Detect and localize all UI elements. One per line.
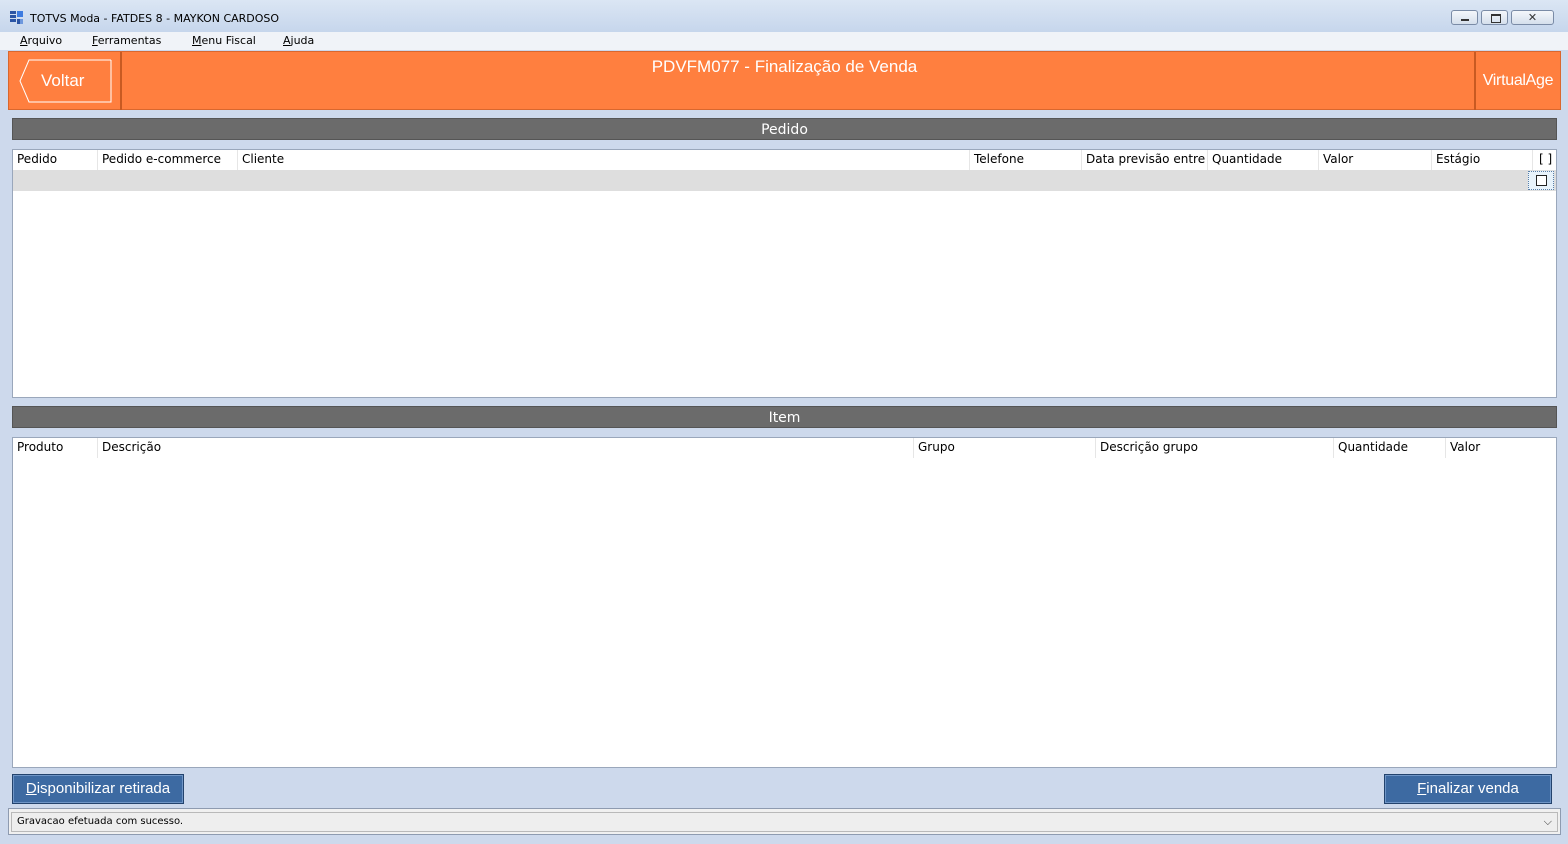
col-cliente[interactable]: Cliente xyxy=(237,150,969,170)
page-header: Voltar PDVFM077 - Finalização de Venda V… xyxy=(8,51,1561,110)
menu-accelerator: A xyxy=(283,34,291,47)
restore-button[interactable] xyxy=(1481,10,1508,25)
col-select-all[interactable]: [ ] xyxy=(1532,150,1556,170)
menu-label: erramentas xyxy=(97,34,162,47)
close-button[interactable]: ✕ xyxy=(1511,10,1554,25)
menu-accelerator: M xyxy=(192,34,202,47)
menu-menu-fiscal[interactable]: Menu Fiscal xyxy=(192,34,256,47)
item-grid[interactable]: Produto Descrição Grupo Descrição grupo … xyxy=(12,437,1557,768)
finish-sale-button[interactable]: Finalizar venda xyxy=(1384,774,1552,804)
menu-arquivo[interactable]: Arquivo xyxy=(20,34,62,47)
col-pedido[interactable]: Pedido xyxy=(13,150,97,170)
status-bar: Gravacao efetuada com sucesso. ⌵ xyxy=(8,808,1561,835)
brand-logo: VirtualAge xyxy=(1474,52,1560,110)
window-controls: ✕ xyxy=(1451,10,1554,25)
col-data-previsao[interactable]: Data previsão entre xyxy=(1081,150,1207,170)
minimize-button[interactable] xyxy=(1451,10,1478,25)
col-valor[interactable]: Valor xyxy=(1318,150,1431,170)
button-label: inalizar venda xyxy=(1426,780,1519,797)
minimize-icon xyxy=(1461,19,1469,21)
table-row[interactable] xyxy=(13,170,1556,191)
col-estagio[interactable]: Estágio xyxy=(1431,150,1532,170)
col-item-valor[interactable]: Valor xyxy=(1445,438,1556,458)
item-grid-header: Produto Descrição Grupo Descrição grupo … xyxy=(13,438,1556,458)
pedido-grid[interactable]: Pedido Pedido e-commerce Cliente Telefon… xyxy=(12,149,1557,398)
row-checkbox[interactable] xyxy=(1536,175,1547,186)
col-item-quantidade[interactable]: Quantidade xyxy=(1333,438,1445,458)
release-pickup-button[interactable]: Disponibilizar retirada xyxy=(12,774,184,804)
menu-ajuda[interactable]: Ajuda xyxy=(283,34,314,47)
page-title: PDVFM077 - Finalização de Venda xyxy=(651,57,918,76)
menu-label: enu Fiscal xyxy=(201,34,256,47)
button-label: isponibilizar retirada xyxy=(36,780,171,797)
restore-icon xyxy=(1491,14,1501,23)
pedido-grid-header: Pedido Pedido e-commerce Cliente Telefon… xyxy=(13,150,1556,170)
window-titlebar: TOTVS Moda - FATDES 8 - MAYKON CARDOSO ✕ xyxy=(0,0,1568,33)
pedido-section-header: Pedido xyxy=(12,118,1557,140)
status-dropdown[interactable]: Gravacao efetuada com sucesso. ⌵ xyxy=(11,812,1558,832)
button-accelerator: D xyxy=(25,780,37,797)
chevron-down-icon[interactable]: ⌵ xyxy=(1544,815,1552,829)
close-icon: ✕ xyxy=(1527,11,1538,24)
app-icon xyxy=(10,11,23,24)
menu-bar: Arquivo Ferramentas Menu Fiscal Ajuda xyxy=(0,32,1568,50)
status-message: Gravacao efetuada com sucesso. xyxy=(17,816,184,827)
col-pedido-ecommerce[interactable]: Pedido e-commerce xyxy=(97,150,237,170)
item-section-header: Item xyxy=(12,406,1557,428)
menu-accelerator: A xyxy=(20,34,28,47)
menu-label: juda xyxy=(290,34,315,47)
menu-label: rquivo xyxy=(27,34,63,47)
col-descricao-grupo[interactable]: Descrição grupo xyxy=(1095,438,1333,458)
col-descricao[interactable]: Descrição xyxy=(97,438,913,458)
col-grupo[interactable]: Grupo xyxy=(913,438,1095,458)
col-quantidade[interactable]: Quantidade xyxy=(1207,150,1318,170)
row-checkbox-cell[interactable] xyxy=(1528,171,1554,190)
col-telefone[interactable]: Telefone xyxy=(969,150,1081,170)
menu-ferramentas[interactable]: Ferramentas xyxy=(92,34,161,47)
button-accelerator: F xyxy=(1417,780,1427,797)
col-produto[interactable]: Produto xyxy=(13,438,97,458)
window-title: TOTVS Moda - FATDES 8 - MAYKON CARDOSO xyxy=(30,12,280,25)
